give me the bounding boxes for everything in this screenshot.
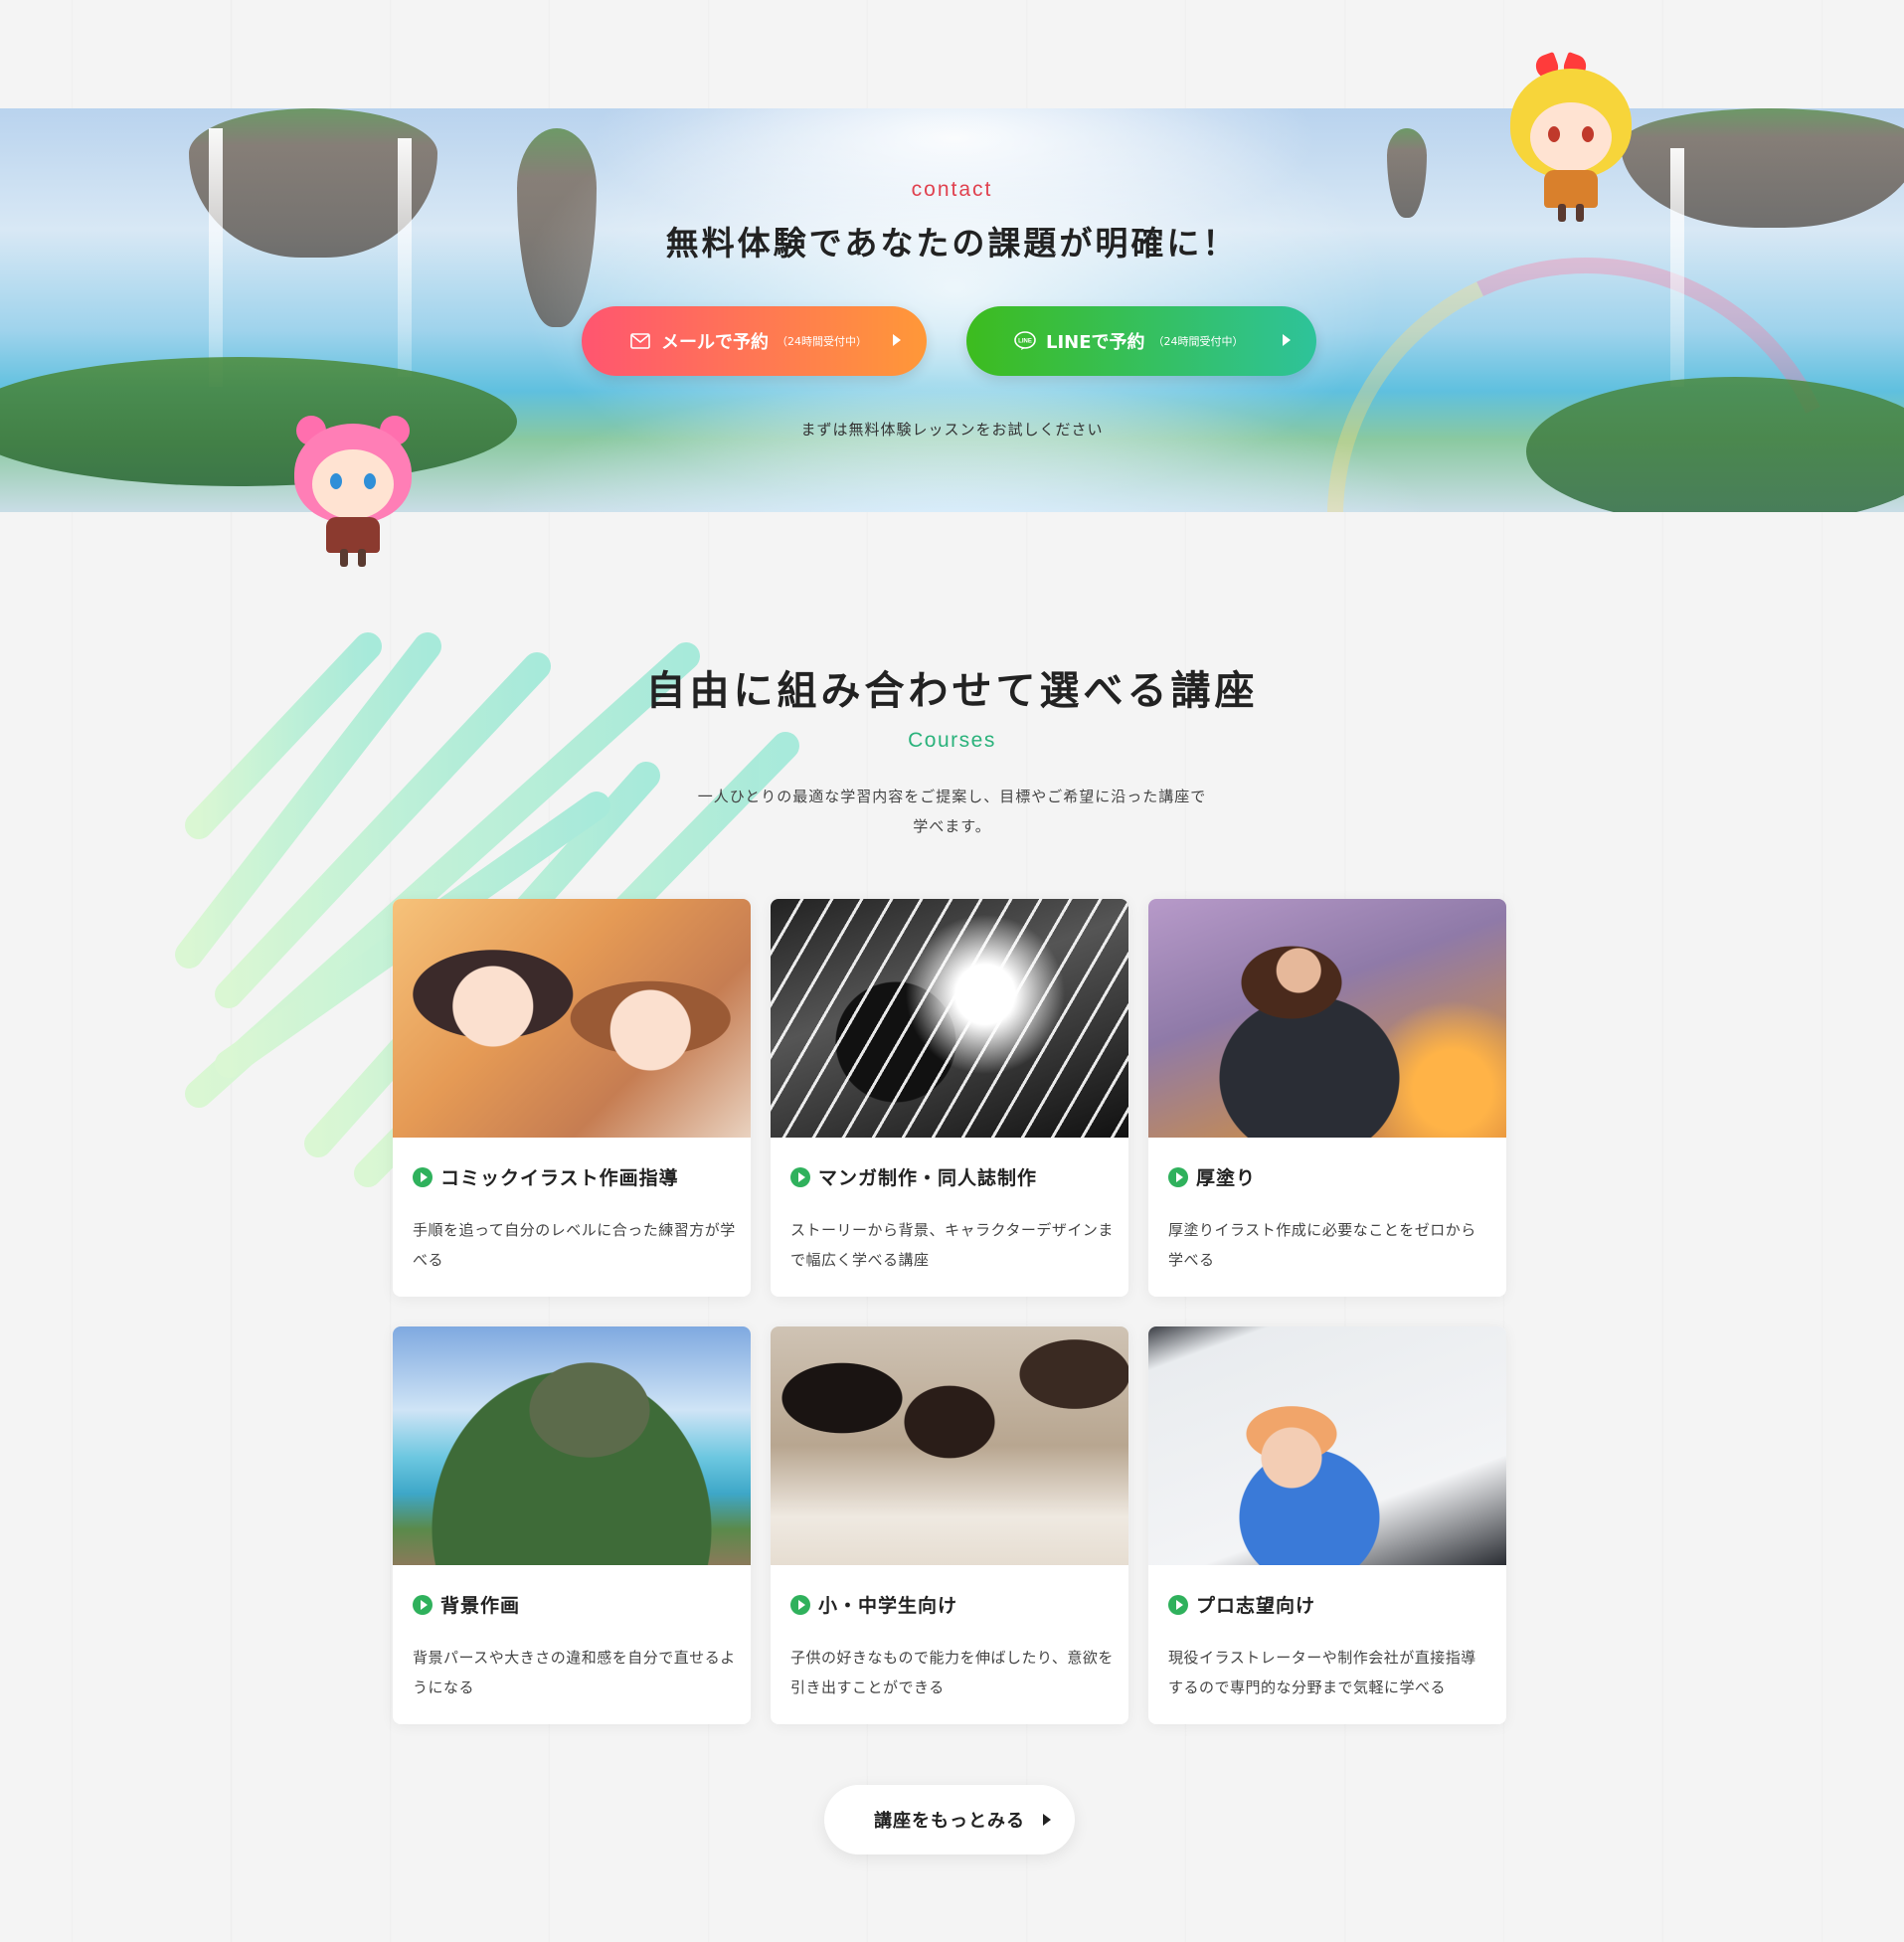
arrow-right-icon [1283, 334, 1291, 346]
play-icon [790, 1594, 810, 1615]
play-icon [790, 1166, 810, 1187]
play-icon [413, 1166, 433, 1187]
more-courses-button[interactable]: 講座をもっとみる [824, 1785, 1075, 1854]
mascot-pink [288, 414, 418, 568]
course-card-manga[interactable]: マンガ制作・同人誌制作 ストーリーから背景、キャラクターデザインまで幅広く学べる… [771, 899, 1128, 1297]
courses-title: 自由に組み合わせて選べる講座 [645, 668, 1259, 714]
course-title-text: 厚塗り [1196, 1167, 1257, 1189]
course-desc: 厚塗りイラスト作成に必要なことをゼロから学べる [1168, 1221, 1476, 1269]
contact-note: まずは無料体験レッスンをお試しください [800, 421, 1104, 439]
line-reserve-button[interactable]: LINE LINEで予約 （24時間受付中） [966, 306, 1316, 376]
floating-island [1621, 108, 1904, 228]
play-icon [1168, 1594, 1188, 1615]
course-title-text: 小・中学生向け [818, 1595, 958, 1617]
course-card-kids[interactable]: 小・中学生向け 子供の好きなもので能力を伸ばしたり、意欲を引き出すことができる [771, 1326, 1128, 1724]
svg-text:LINE: LINE [1018, 339, 1032, 345]
line-reserve-label: LINEで予約 [1046, 332, 1145, 353]
course-desc: 現役イラストレーターや制作会社が直接指導するので専門的な分野まで気軽に学べる [1168, 1649, 1476, 1696]
course-desc: 手順を追って自分のレベルに合った練習方が学べる [413, 1221, 736, 1269]
courses-description: 一人ひとりの最適な学習内容をご提案し、目標やご希望に沿った講座で学べます。 [697, 788, 1207, 835]
course-title-text: プロ志望向け [1196, 1595, 1316, 1617]
mail-icon [629, 330, 651, 352]
course-card-background[interactable]: 背景作画 背景パースや大きさの違和感を自分で直せるようになる [393, 1326, 751, 1724]
course-title-text: マンガ制作・同人誌制作 [818, 1167, 1038, 1189]
mail-reserve-button[interactable]: メールで予約 （24時間受付中） [582, 306, 927, 376]
mail-reserve-label: メールで予約 [661, 332, 769, 353]
course-image-manga [771, 899, 1128, 1138]
mail-reserve-note: （24時間受付中） [777, 335, 867, 348]
course-title: プロ志望向け [1168, 1591, 1315, 1618]
course-image-comic [393, 899, 751, 1138]
course-card-comic[interactable]: コミックイラスト作画指導 手順を追って自分のレベルに合った練習方が学べる [393, 899, 751, 1297]
course-title: マンガ制作・同人誌制作 [790, 1163, 1037, 1190]
mascot-blonde [1506, 51, 1636, 224]
course-image-background [393, 1326, 751, 1565]
course-card-atsunuri[interactable]: 厚塗り 厚塗りイラスト作成に必要なことをゼロから学べる [1148, 899, 1506, 1297]
course-image-pro [1148, 1326, 1506, 1565]
floating-island [1387, 128, 1427, 218]
more-courses-label: 講座をもっとみる [874, 1811, 1025, 1832]
course-title: 厚塗り [1168, 1163, 1256, 1190]
play-icon [1168, 1166, 1188, 1187]
course-title: 背景作画 [413, 1591, 520, 1618]
play-icon [413, 1594, 433, 1615]
line-reserve-note: （24時間受付中） [1152, 335, 1244, 348]
course-title-text: コミックイラスト作画指導 [440, 1167, 679, 1189]
contact-title: 無料体験であなたの課題が明確に！ [665, 224, 1239, 263]
line-icon: LINE [1014, 330, 1036, 352]
courses-subtitle: Courses [908, 729, 996, 752]
course-desc: 背景パースや大きさの違和感を自分で直せるようになる [413, 1649, 736, 1696]
course-title: 小・中学生向け [790, 1591, 957, 1618]
course-title-text: 背景作画 [440, 1595, 521, 1617]
course-desc: ストーリーから背景、キャラクターデザインまで幅広く学べる講座 [790, 1221, 1114, 1269]
course-image-atsunuri [1148, 899, 1506, 1138]
arrow-right-icon [1043, 1814, 1051, 1826]
course-card-pro[interactable]: プロ志望向け 現役イラストレーターや制作会社が直接指導するので専門的な分野まで気… [1148, 1326, 1506, 1724]
course-title: コミックイラスト作画指導 [413, 1163, 679, 1190]
course-desc: 子供の好きなもので能力を伸ばしたり、意欲を引き出すことができる [790, 1649, 1114, 1696]
arrow-right-icon [893, 334, 901, 346]
course-image-kids [771, 1326, 1128, 1565]
